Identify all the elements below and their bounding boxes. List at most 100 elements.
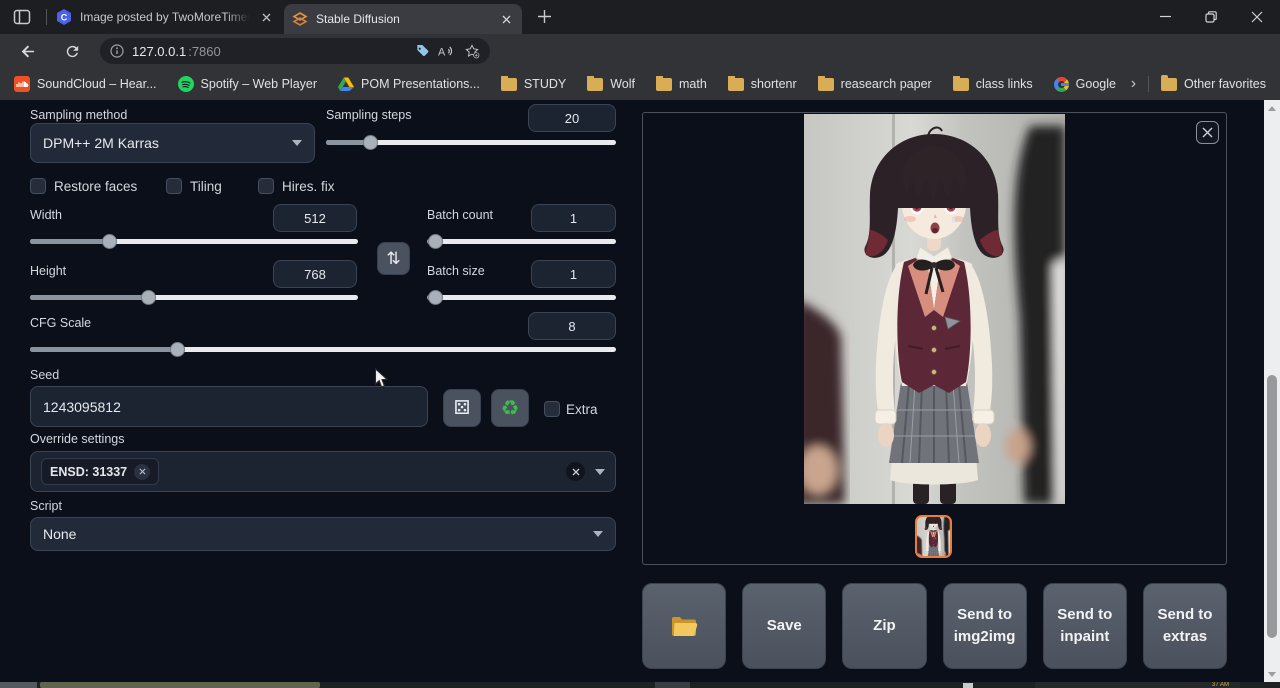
bookmark-label: Google [1076,77,1116,91]
gallery-thumbnail-selected[interactable] [915,515,952,558]
taskbar-tray-sliver [1035,682,1240,688]
tab-civitai[interactable]: C Image posted by TwoMoreTimes [48,0,282,34]
address-port: :7860 [188,44,221,59]
svg-text:C: C [61,13,68,23]
folder-icon [501,78,517,91]
address-host: 127.0.0.1 [132,44,186,59]
browser-toolbar: 127.0.0.1:7860 A » IA AD S Y M ⋯ [0,34,1280,68]
bookmark-soundcloud[interactable]: SoundCloud – Hear... [14,76,157,92]
add-favorite-icon[interactable] [464,43,480,59]
bookmarks-overflow-chevron[interactable]: › [1131,75,1136,93]
close-gallery-button[interactable] [1196,121,1219,144]
open-folder-button[interactable] [642,583,726,669]
bookmark-label: SoundCloud – Hear... [37,77,157,91]
folder-icon [671,616,698,637]
minimize-button[interactable] [1142,0,1188,33]
bookmark-google[interactable]: Google [1054,77,1116,92]
hscrollbar-thumb[interactable] [40,682,320,688]
address-bar[interactable]: 127.0.0.1:7860 A [100,38,490,64]
bookmark-folder-wolf[interactable]: Wolf [587,77,635,91]
override-chip[interactable]: ENSD: 31337 [41,458,159,485]
height-slider[interactable] [30,290,358,305]
tiling-label: Tiling [190,179,222,194]
scrollbar-thumb[interactable] [1267,375,1277,638]
screen: C Image posted by TwoMoreTimes Stable Di… [0,0,1280,688]
price-tag-icon[interactable] [414,43,430,59]
script-select[interactable]: None [30,517,616,551]
tab-close-icon[interactable] [258,9,274,25]
bookmark-folder-classlinks[interactable]: class links [953,77,1033,91]
reuse-seed-button[interactable]: ♻ [491,389,529,427]
restore-button[interactable] [1188,0,1234,33]
gallery-actions: Save Zip Send to img2img Send to inpaint… [642,583,1227,669]
scroll-up-icon[interactable] [1264,100,1280,116]
cfg-scale-input[interactable]: 8 [528,312,616,340]
gradio-favicon-icon [292,11,308,27]
scroll-down-icon[interactable] [1264,666,1280,682]
bookmark-folder-shortenr[interactable]: shortenr [728,77,797,91]
tab-stable-diffusion[interactable]: Stable Diffusion [284,4,522,34]
sampling-method-select[interactable]: DPM++ 2M Karras [30,123,315,163]
restore-faces-checkbox[interactable] [30,178,46,194]
tab-title: Image posted by TwoMoreTimes [80,10,250,24]
folder-icon [953,78,969,91]
extra-seed-checkbox[interactable] [544,401,560,417]
taskbar-clock-fragment: 37 AM [1212,682,1229,688]
batch-count-label: Batch count [427,208,493,222]
override-settings-multiselect[interactable]: ENSD: 31337 [30,451,616,492]
batch-count-slider[interactable] [427,234,616,249]
tab-actions-menu-button[interactable] [12,7,32,32]
cfg-scale-slider[interactable] [30,342,616,357]
new-tab-button[interactable] [536,8,553,30]
spotify-icon [178,76,194,92]
bookmark-label: Spotify – Web Player [201,77,318,91]
zip-button[interactable]: Zip [842,583,926,669]
taskbar-icon-sliver [655,682,690,688]
batch-count-input[interactable]: 1 [531,204,616,232]
drive-icon [338,77,354,92]
height-input[interactable]: 768 [273,260,357,288]
batch-size-slider[interactable] [427,290,616,305]
send-to-extras-button[interactable]: Send to extras [1143,583,1227,669]
page-scrollbar[interactable] [1264,100,1280,682]
sampling-steps-slider[interactable] [326,135,616,150]
sampling-steps-label: Sampling steps [326,108,411,122]
bookmark-folder-study[interactable]: STUDY [501,77,566,91]
chip-remove-icon[interactable] [134,464,150,480]
swap-icon: ⇅ [386,249,400,269]
refresh-button[interactable] [58,37,86,65]
send-to-inpaint-button[interactable]: Send to inpaint [1043,583,1127,669]
tab-close-icon[interactable] [498,11,514,27]
folder-icon [1161,78,1177,91]
generated-image[interactable] [804,114,1065,504]
chevron-down-icon [292,140,302,146]
tiling-checkbox[interactable] [166,178,182,194]
width-input[interactable]: 512 [273,204,357,232]
seed-input[interactable]: 1243095812 [30,386,428,427]
dice-icon: ⚄ [454,397,471,420]
window-controls [1142,0,1280,33]
bookmark-drive[interactable]: POM Presentations... [338,77,480,92]
bookmark-folder-math[interactable]: math [656,77,707,91]
width-label: Width [30,208,62,222]
save-button[interactable]: Save [742,583,826,669]
bookmark-spotify[interactable]: Spotify – Web Player [178,76,318,92]
other-favorites[interactable]: Other favorites [1161,77,1266,91]
random-seed-button[interactable]: ⚄ [443,389,481,427]
site-info-icon[interactable] [110,44,124,58]
hires-fix-label: Hires. fix [282,179,335,194]
close-window-button[interactable] [1234,0,1280,33]
send-to-img2img-button[interactable]: Send to img2img [943,583,1027,669]
swap-dimensions-button[interactable]: ⇅ [377,242,410,275]
back-button[interactable] [14,37,42,65]
width-slider[interactable] [30,234,358,249]
read-aloud-icon[interactable]: A [438,44,456,59]
batch-size-input[interactable]: 1 [531,260,616,288]
hires-fix-checkbox[interactable] [258,178,274,194]
civitai-favicon-icon: C [56,9,72,25]
bookmark-label: POM Presentations... [361,77,480,91]
bookmark-folder-research[interactable]: reasearch paper [818,77,932,91]
sampling-steps-input[interactable]: 20 [528,104,616,132]
bookmark-label: shortenr [751,77,797,91]
clear-all-icon[interactable] [566,462,585,481]
